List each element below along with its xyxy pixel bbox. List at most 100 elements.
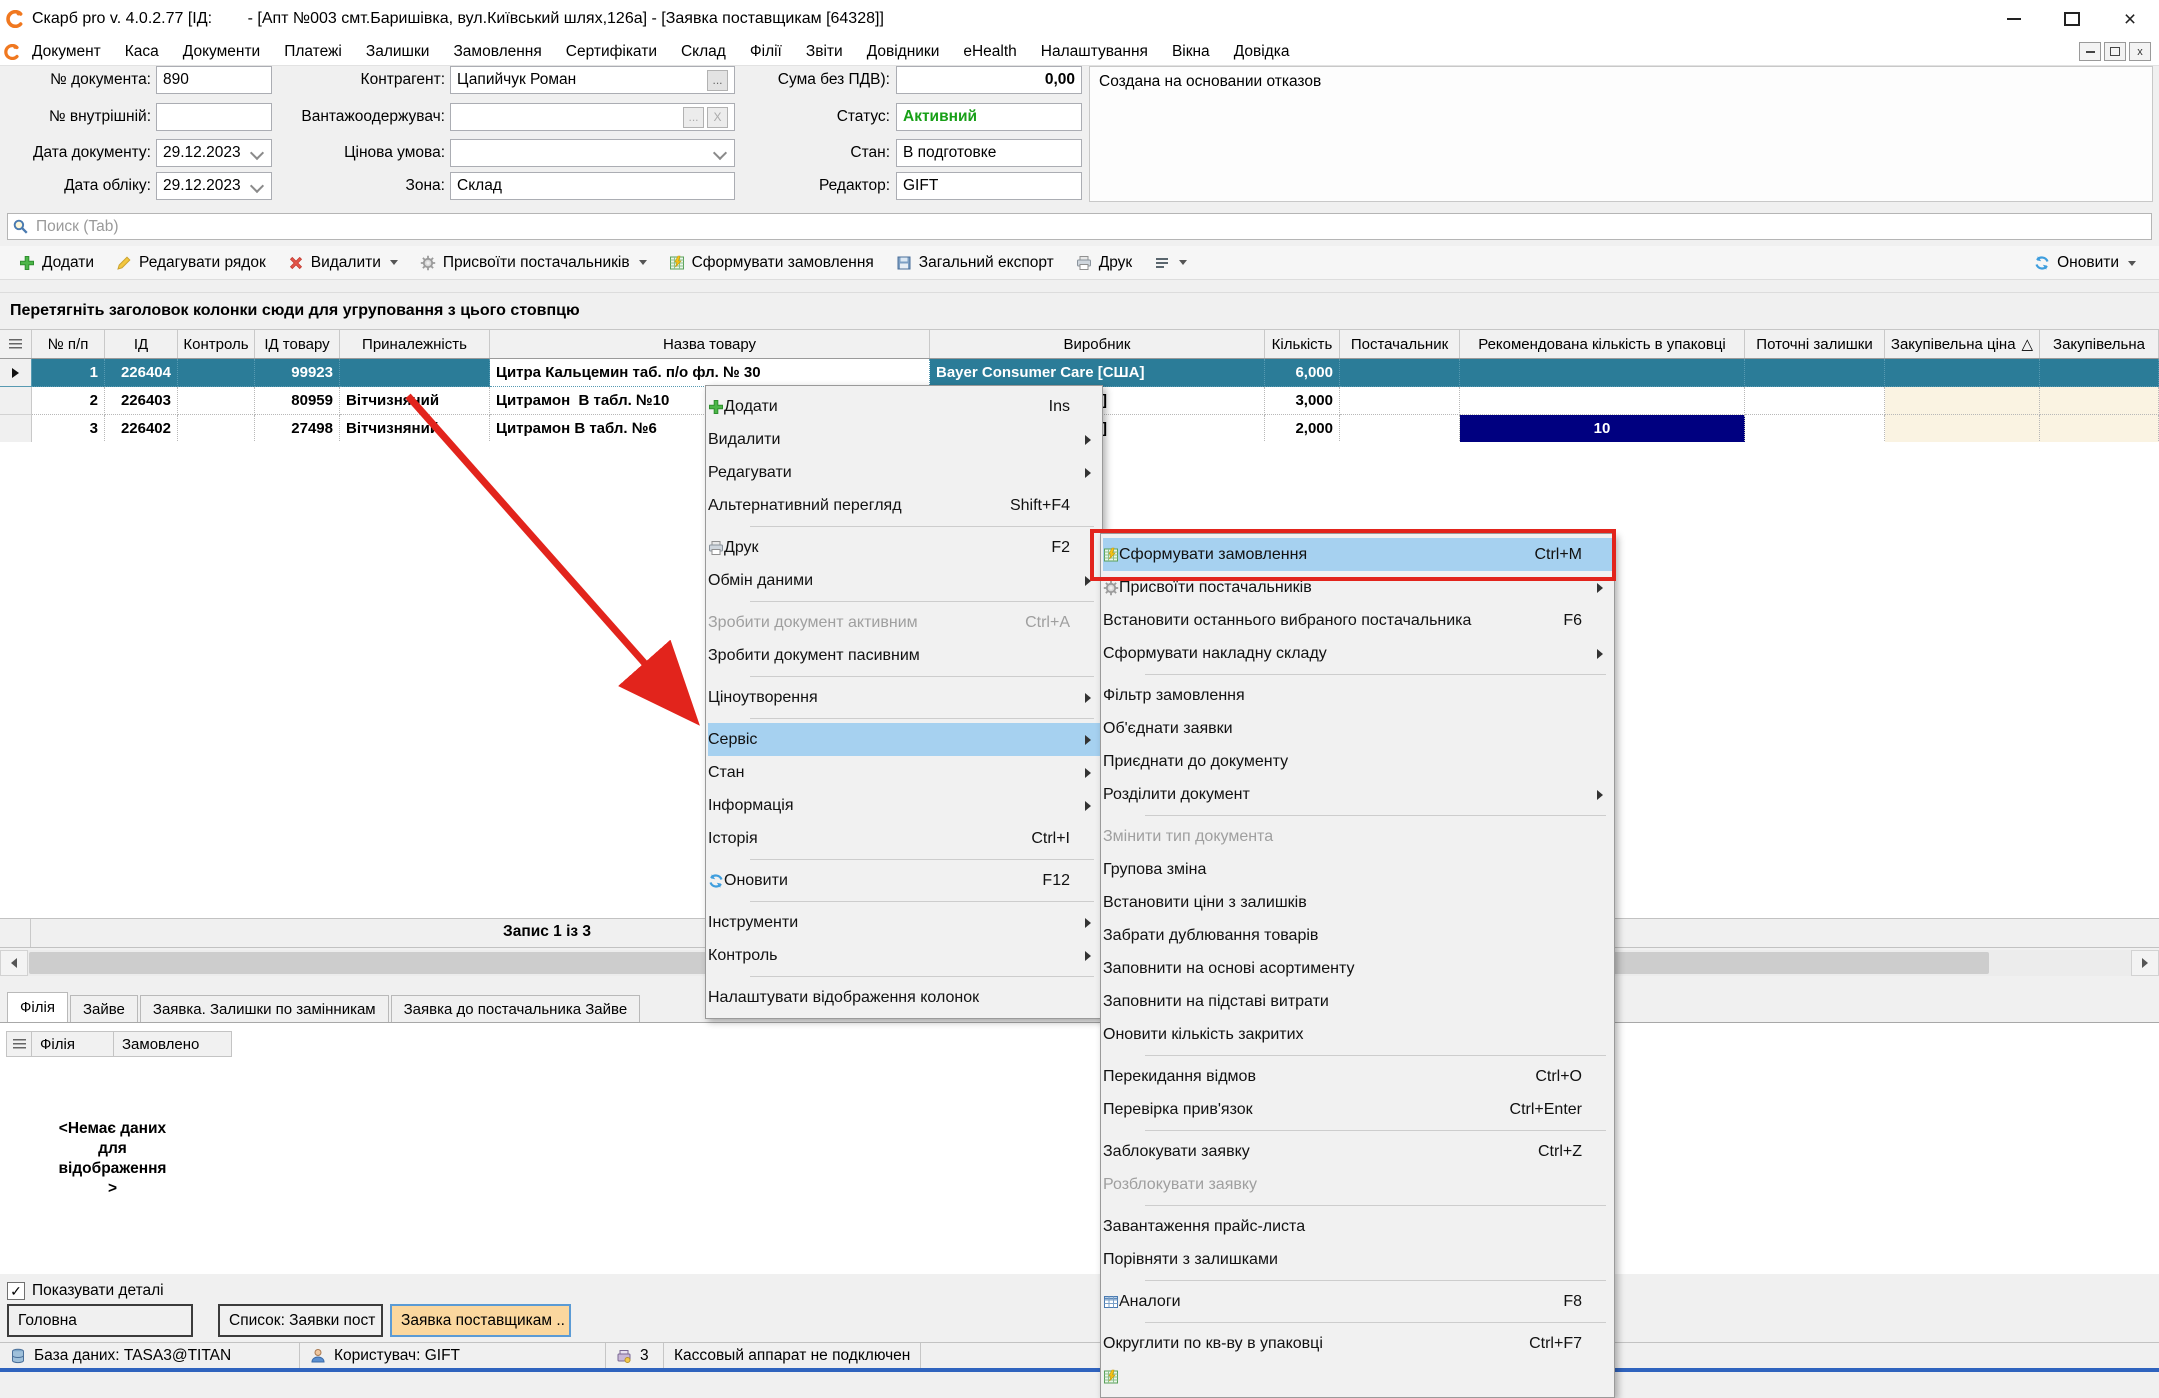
service-submenu-item-8[interactable]: Розділити документ <box>1103 778 1612 811</box>
table-cell[interactable]: 1 <box>32 359 105 387</box>
table-cell[interactable]: 3,000 <box>1265 387 1340 415</box>
close-button[interactable]: × <box>2101 0 2159 38</box>
table-cell[interactable]: 2 <box>32 387 105 415</box>
table-cell[interactable]: 226402 <box>105 415 178 443</box>
table-cell[interactable] <box>1340 359 1460 387</box>
table-row-1[interactable]: 122640499923Цитра Кальцемин таб. п/о фл.… <box>0 359 2159 387</box>
table-cell[interactable]: 6,000 <box>1265 359 1340 387</box>
service-submenu-item-16[interactable]: Оновити кількість закритих <box>1103 1018 1612 1051</box>
service-submenu-item-12[interactable]: Встановити ціни з залишків <box>1103 886 1612 919</box>
menubar-item-7[interactable]: Склад <box>669 38 738 65</box>
context-menu-item-1[interactable]: Видалити <box>708 423 1100 456</box>
context-menu-item-14[interactable]: Стан <box>708 756 1100 789</box>
table-cell[interactable]: 80959 <box>255 387 340 415</box>
context-menu-item-0[interactable]: ДодатиIns <box>708 390 1100 423</box>
table-cell[interactable]: 3 <box>32 415 105 443</box>
scroll-left-button[interactable] <box>0 950 28 976</box>
service-submenu-item-15[interactable]: Заповнити на підставі витрати <box>1103 985 1612 1018</box>
table-cell[interactable] <box>2040 415 2159 443</box>
context-menu-item-11[interactable]: Ціноутворення <box>708 681 1100 714</box>
column-header-10[interactable]: Рекомендована кількість в упаковці <box>1460 330 1745 358</box>
service-submenu-item-3[interactable]: Сформувати накладну складу <box>1103 637 1612 670</box>
service-submenu-item-13[interactable]: Забрати дублювання товарів <box>1103 919 1612 952</box>
consignee-picker-button[interactable]: ... <box>683 107 704 128</box>
toolbar-button-export[interactable]: Загальний експорт <box>887 250 1063 276</box>
table-cell[interactable] <box>178 387 255 415</box>
task-button-2[interactable]: Заявка поставщикам .. <box>390 1304 571 1337</box>
service-submenu-item-21[interactable]: Заблокувати заявкуCtrl+Z <box>1103 1135 1612 1168</box>
table-cell[interactable]: Вітчизняний <box>340 387 490 415</box>
mdi-minimize-button[interactable] <box>2079 42 2101 61</box>
service-submenu-item-10[interactable]: Змінити тип документа <box>1103 820 1612 853</box>
column-header-9[interactable]: Постачальник <box>1340 330 1460 358</box>
table-cell[interactable]: 2,000 <box>1265 415 1340 443</box>
service-submenu-item-27[interactable]: АналогиF8 <box>1103 1285 1612 1318</box>
table-cell[interactable]: 226403 <box>105 387 178 415</box>
table-cell[interactable] <box>2040 387 2159 415</box>
price-condition-combo[interactable] <box>450 139 735 167</box>
service-submenu-item-18[interactable]: Перекидання відмовCtrl+O <box>1103 1060 1612 1093</box>
toolbar-button-plus[interactable]: Додати <box>10 250 103 276</box>
minimize-button[interactable] <box>1985 0 2043 38</box>
column-header-13[interactable]: Закупівельна <box>2040 330 2159 358</box>
toolbar-button-xred[interactable]: Видалити <box>279 250 407 276</box>
column-header-6[interactable]: Назва товару <box>490 330 930 358</box>
table-cell[interactable] <box>1340 415 1460 443</box>
table-cell[interactable] <box>1745 359 1885 387</box>
context-menu-item-9[interactable]: Зробити документ пасивним <box>708 639 1100 672</box>
service-submenu-item-25[interactable]: Порівняти з залишками <box>1103 1243 1612 1276</box>
context-menu-item-15[interactable]: Інформація <box>708 789 1100 822</box>
column-header-12[interactable]: Закупівельна ціна△ <box>1885 330 2040 358</box>
table-cell[interactable] <box>1885 415 2040 443</box>
column-header-2[interactable]: ІД <box>105 330 178 358</box>
toolbar-button-gear[interactable]: Присвоїти постачальників <box>411 250 656 276</box>
mdi-restore-button[interactable] <box>2104 42 2126 61</box>
service-submenu-item-0[interactable]: Сформувати замовленняCtrl+M <box>1103 538 1612 571</box>
scroll-right-button[interactable] <box>2131 950 2159 976</box>
service-submenu-item-19[interactable]: Перевірка прив'язокCtrl+Enter <box>1103 1093 1612 1126</box>
table-cell[interactable] <box>178 359 255 387</box>
table-cell[interactable] <box>1885 359 2040 387</box>
menubar-item-9[interactable]: Звіти <box>794 38 855 65</box>
service-submenu-item-30[interactable] <box>1103 1360 1612 1393</box>
context-menu-item-8[interactable]: Зробити документ активнимCtrl+A <box>708 606 1100 639</box>
row-marker-gutter[interactable] <box>0 415 32 443</box>
service-submenu-item-11[interactable]: Групова зміна <box>1103 853 1612 886</box>
context-menu-item-5[interactable]: ДрукF2 <box>708 531 1100 564</box>
column-header-7[interactable]: Виробник <box>930 330 1265 358</box>
context-menu-item-2[interactable]: Редагувати <box>708 456 1100 489</box>
row-marker-gutter[interactable] <box>0 387 32 415</box>
show-details-checkbox[interactable]: ✓ <box>7 1282 25 1300</box>
consignee-clear-button[interactable]: X <box>707 107 728 128</box>
contractor-field[interactable]: Цапийчук Роман ... <box>450 66 735 94</box>
doc-number-field[interactable]: 890 <box>156 66 272 94</box>
zone-field[interactable]: Склад <box>450 172 735 200</box>
sum-field[interactable]: 0,00 <box>896 66 1082 94</box>
detail-tab-1[interactable]: Зайве <box>70 995 138 1022</box>
table-cell[interactable] <box>1460 387 1745 415</box>
context-menu-item-16[interactable]: ІсторіяCtrl+I <box>708 822 1100 855</box>
toolbar-button-pencil[interactable]: Редагувати рядок <box>107 250 275 276</box>
table-cell[interactable] <box>1885 387 2040 415</box>
column-header-3[interactable]: Контроль <box>178 330 255 358</box>
service-submenu-item-29[interactable]: Округлити по кв-ву в упаковціCtrl+F7 <box>1103 1327 1612 1360</box>
internal-number-field[interactable] <box>156 103 272 131</box>
menubar-item-14[interactable]: Довідка <box>1222 38 1302 65</box>
column-header-1[interactable]: № п/п <box>32 330 105 358</box>
menubar-item-8[interactable]: Філії <box>738 38 794 65</box>
table-cell[interactable] <box>2040 359 2159 387</box>
detail-column-header[interactable]: Замовлено <box>114 1031 232 1057</box>
table-cell[interactable]: Bayer Consumer Care [США] <box>930 359 1265 387</box>
context-menu-item-13[interactable]: Сервіс <box>708 723 1100 756</box>
context-menu-item-6[interactable]: Обмін даними <box>708 564 1100 597</box>
detail-tab-3[interactable]: Заявка до постачальника Зайве <box>391 995 641 1022</box>
service-submenu-item-7[interactable]: Приєднати до документу <box>1103 745 1612 778</box>
task-button-1[interactable]: Список: Заявки пост ... <box>218 1304 383 1337</box>
menubar-item-6[interactable]: Сертифікати <box>554 38 669 65</box>
menubar-item-13[interactable]: Вікна <box>1160 38 1222 65</box>
table-cell[interactable]: 10 <box>1460 415 1745 443</box>
table-cell[interactable]: 226404 <box>105 359 178 387</box>
service-submenu-item-14[interactable]: Заповнити на основі асортименту <box>1103 952 1612 985</box>
toolbar-refresh-button[interactable]: Оновити <box>2025 250 2145 276</box>
table-cell[interactable] <box>1460 359 1745 387</box>
